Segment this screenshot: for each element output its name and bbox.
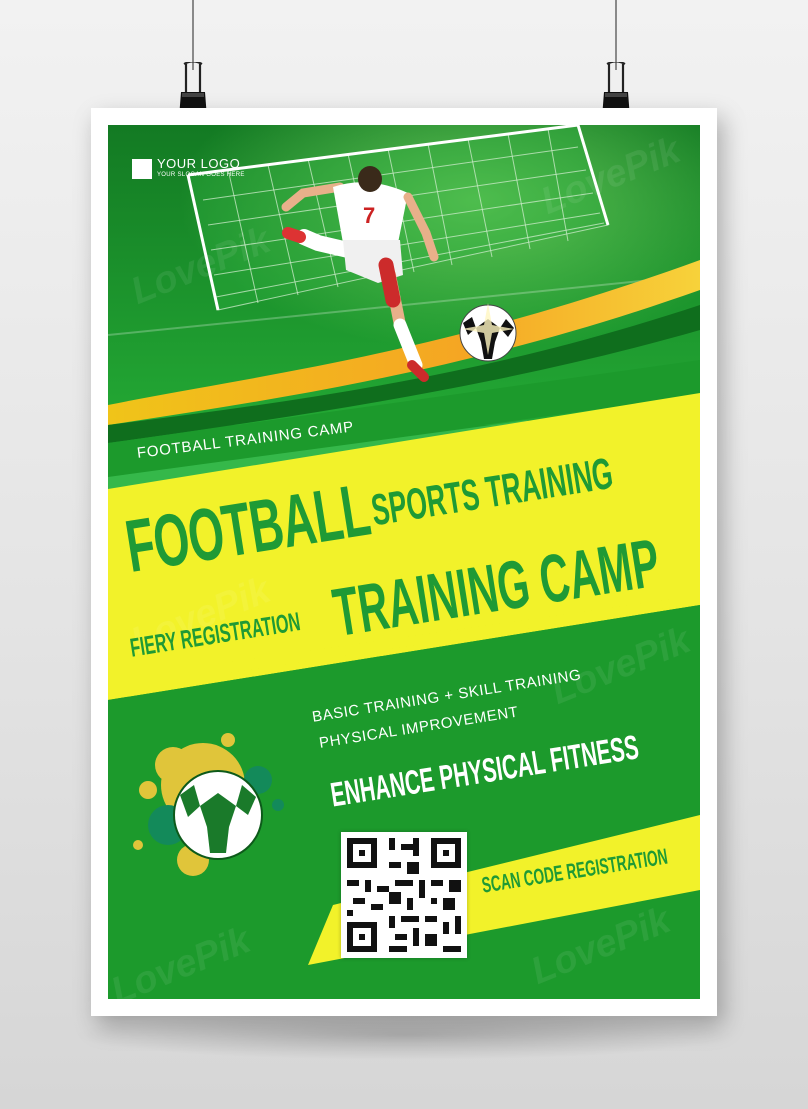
- soccer-ball-icon: [173, 770, 263, 860]
- qr-code-icon: [341, 832, 467, 958]
- hanging-wire-left: [192, 0, 194, 70]
- poster-artwork: 7 LovePik LovePik LovePik LovePik LovePi…: [108, 125, 700, 999]
- logo-title: YOUR LOGO: [157, 156, 241, 171]
- poster-sheet: 7 LovePik LovePik LovePik LovePik LovePi…: [91, 108, 717, 1016]
- qr-code[interactable]: [341, 832, 467, 958]
- poster-shadow: [70, 1010, 740, 1060]
- hanging-wire-right: [615, 0, 617, 70]
- brand-logo: YOUR LOGO YOUR SLOGAN GOES HERE: [132, 157, 245, 179]
- logo-square-icon: [132, 159, 152, 179]
- logo-slogan: YOUR SLOGAN GOES HERE: [157, 172, 245, 178]
- jersey-number: 7: [363, 203, 375, 228]
